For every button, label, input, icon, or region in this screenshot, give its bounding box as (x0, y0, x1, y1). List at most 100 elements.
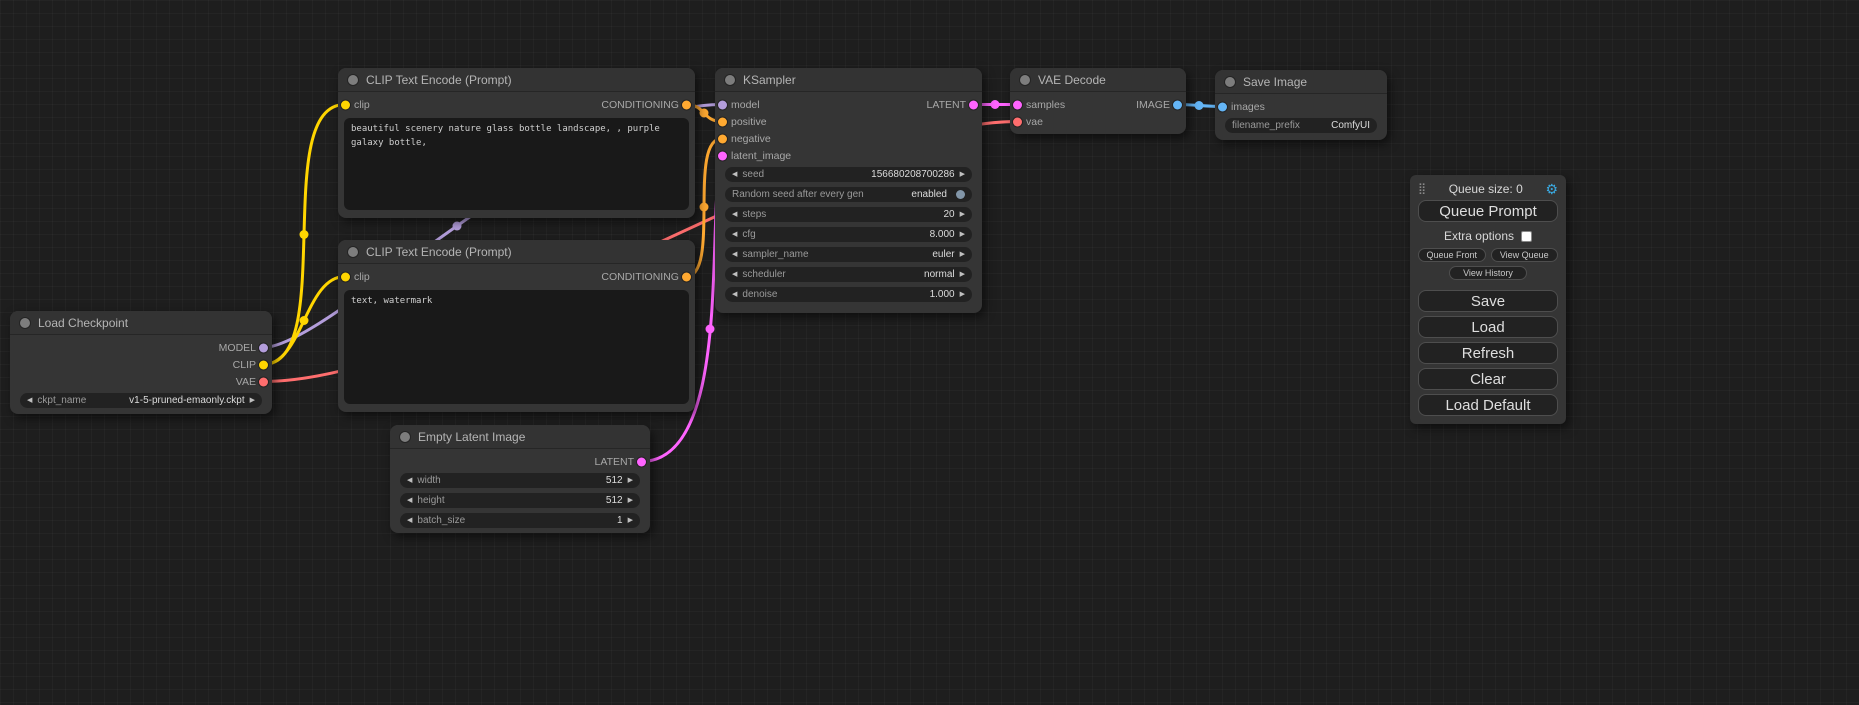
queue-prompt-button[interactable]: Queue Prompt (1418, 200, 1558, 222)
decrement-arrow-icon[interactable]: ◀ (27, 397, 32, 404)
clip-input-socket[interactable] (341, 272, 350, 281)
node-collapse-dot-icon[interactable] (348, 247, 358, 257)
graph-canvas[interactable]: Load Checkpoint MODEL CLIP VAE ◀ ckpt_na… (0, 0, 1859, 705)
increment-arrow-icon[interactable]: ▶ (960, 251, 965, 258)
decrement-arrow-icon[interactable]: ◀ (407, 477, 412, 484)
batch-size-widget[interactable]: ◀ batch_size 1 ▶ (400, 513, 640, 528)
increment-arrow-icon[interactable]: ▶ (960, 271, 965, 278)
refresh-button[interactable]: Refresh (1418, 342, 1558, 364)
increment-arrow-icon[interactable]: ▶ (250, 397, 255, 404)
toggle-enabled-icon[interactable] (956, 190, 965, 199)
node-collapse-dot-icon[interactable] (1225, 77, 1235, 87)
node-save-image[interactable]: Save Image images filename_prefix ComfyU… (1215, 70, 1387, 140)
decrement-arrow-icon[interactable]: ◀ (732, 231, 737, 238)
increment-arrow-icon[interactable]: ▶ (960, 231, 965, 238)
sampler-name-widget[interactable]: ◀ sampler_name euler ▶ (725, 247, 972, 262)
model-input-socket[interactable] (718, 100, 727, 109)
node-clip-text-encode-negative[interactable]: CLIP Text Encode (Prompt) clip CONDITION… (338, 240, 695, 412)
height-widget[interactable]: ◀ height 512 ▶ (400, 493, 640, 508)
node-collapse-dot-icon[interactable] (1020, 75, 1030, 85)
prompt-textarea[interactable]: text, watermark (344, 290, 689, 404)
decrement-arrow-icon[interactable]: ◀ (732, 171, 737, 178)
vae-output-socket[interactable] (259, 377, 268, 386)
node-collapse-dot-icon[interactable] (400, 432, 410, 442)
widget-label: scheduler (742, 269, 785, 280)
clip-output-socket[interactable] (259, 360, 268, 369)
vae-decode-title-bar[interactable]: VAE Decode (1010, 68, 1186, 92)
ksampler-title-bar[interactable]: KSampler (715, 68, 982, 92)
view-queue-button[interactable]: View Queue (1491, 248, 1559, 262)
empty-latent-title-bar[interactable]: Empty Latent Image (390, 425, 650, 449)
denoise-widget[interactable]: ◀ denoise 1.000 ▶ (725, 287, 972, 302)
filename-prefix-widget[interactable]: filename_prefix ComfyUI (1225, 118, 1377, 133)
image-output-socket[interactable] (1173, 100, 1182, 109)
increment-arrow-icon[interactable]: ▶ (960, 291, 965, 298)
node-collapse-dot-icon[interactable] (20, 318, 30, 328)
node-clip-text-encode-positive[interactable]: CLIP Text Encode (Prompt) clip CONDITION… (338, 68, 695, 218)
images-input-socket[interactable] (1218, 102, 1227, 111)
decrement-arrow-icon[interactable]: ◀ (732, 211, 737, 218)
node-empty-latent-image[interactable]: Empty Latent Image LATENT ◀ width 512 ▶ … (390, 425, 650, 533)
clip-input-socket[interactable] (341, 100, 350, 109)
increment-arrow-icon[interactable]: ▶ (628, 517, 633, 524)
link-midpoint-dot (300, 316, 309, 325)
node-vae-decode[interactable]: VAE Decode samples IMAGE vae (1010, 68, 1186, 134)
extra-options-checkbox[interactable] (1521, 231, 1532, 242)
decrement-arrow-icon[interactable]: ◀ (407, 497, 412, 504)
node-collapse-dot-icon[interactable] (725, 75, 735, 85)
increment-arrow-icon[interactable]: ▶ (960, 211, 965, 218)
cfg-widget[interactable]: ◀ cfg 8.000 ▶ (725, 227, 972, 242)
vae-input-socket[interactable] (1013, 117, 1022, 126)
model-output-socket[interactable] (259, 343, 268, 352)
load-checkpoint-title-bar[interactable]: Load Checkpoint (10, 311, 272, 335)
decrement-arrow-icon[interactable]: ◀ (407, 517, 412, 524)
steps-widget[interactable]: ◀ steps 20 ▶ (725, 207, 972, 222)
latent-output-socket[interactable] (637, 457, 646, 466)
load-default-button[interactable]: Load Default (1418, 394, 1558, 416)
latent-output-socket[interactable] (969, 100, 978, 109)
increment-arrow-icon[interactable]: ▶ (628, 477, 633, 484)
input-label: vae (1026, 116, 1043, 128)
widget-value: 20 (943, 209, 954, 220)
seed-widget[interactable]: ◀ seed 156680208700286 ▶ (725, 167, 972, 182)
random-seed-toggle-widget[interactable]: Random seed after every gen enabled (725, 187, 972, 202)
input-label: latent_image (731, 150, 791, 162)
node-load-checkpoint[interactable]: Load Checkpoint MODEL CLIP VAE ◀ ckpt_na… (10, 311, 272, 414)
ckpt-name-widget[interactable]: ◀ ckpt_name v1-5-pruned-emaonly.ckpt ▶ (20, 393, 262, 408)
clip-encode-title-bar[interactable]: CLIP Text Encode (Prompt) (338, 240, 695, 264)
drag-handle-icon[interactable]: ⣿ (1418, 182, 1426, 196)
widget-label: Random seed after every gen (732, 189, 864, 200)
view-history-button[interactable]: View History (1449, 266, 1527, 280)
negative-input-socket[interactable] (718, 134, 727, 143)
output-label: IMAGE (1136, 99, 1170, 111)
node-title: CLIP Text Encode (Prompt) (366, 73, 512, 87)
widget-label: cfg (742, 229, 755, 240)
save-image-title-bar[interactable]: Save Image (1215, 70, 1387, 94)
conditioning-output-socket[interactable] (682, 100, 691, 109)
menu-header: ⣿ Queue size: 0 ⚙ (1418, 182, 1558, 196)
clear-button[interactable]: Clear (1418, 368, 1558, 390)
input-label: images (1231, 101, 1265, 113)
decrement-arrow-icon[interactable]: ◀ (732, 251, 737, 258)
node-ksampler[interactable]: KSampler model LATENT positive negative … (715, 68, 982, 313)
wire-clip-to-negative (263, 277, 345, 365)
positive-input-socket[interactable] (718, 117, 727, 126)
latent-image-input-socket[interactable] (718, 151, 727, 160)
conditioning-output-socket[interactable] (682, 272, 691, 281)
increment-arrow-icon[interactable]: ▶ (960, 171, 965, 178)
extra-options-row: Extra options (1418, 229, 1558, 243)
decrement-arrow-icon[interactable]: ◀ (732, 291, 737, 298)
scheduler-widget[interactable]: ◀ scheduler normal ▶ (725, 267, 972, 282)
save-button[interactable]: Save (1418, 290, 1558, 312)
load-button[interactable]: Load (1418, 316, 1558, 338)
decrement-arrow-icon[interactable]: ◀ (732, 271, 737, 278)
clip-encode-title-bar[interactable]: CLIP Text Encode (Prompt) (338, 68, 695, 92)
queue-front-button[interactable]: Queue Front (1418, 248, 1486, 262)
settings-gear-icon[interactable]: ⚙ (1545, 182, 1558, 196)
prompt-textarea[interactable]: beautiful scenery nature glass bottle la… (344, 118, 689, 210)
increment-arrow-icon[interactable]: ▶ (628, 497, 633, 504)
width-widget[interactable]: ◀ width 512 ▶ (400, 473, 640, 488)
widget-label: width (417, 475, 440, 486)
samples-input-socket[interactable] (1013, 100, 1022, 109)
node-collapse-dot-icon[interactable] (348, 75, 358, 85)
